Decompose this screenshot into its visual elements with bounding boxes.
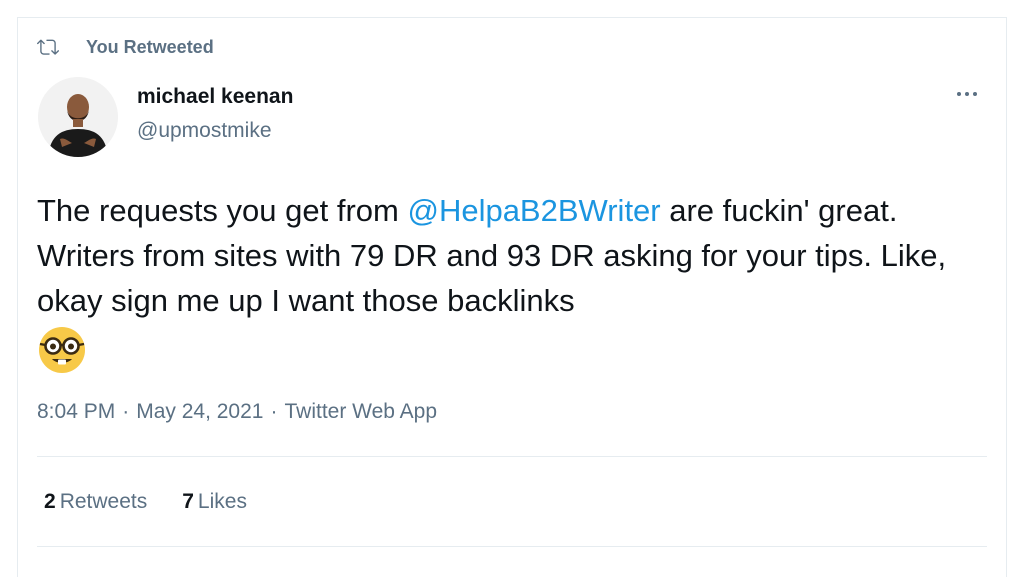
tweet-stats: 2 Retweets 7 Likes [44,490,247,514]
retweets-label: Retweets [59,490,148,513]
retweets-count: 2 [44,490,56,513]
mention-link[interactable]: @HelpaB2BWriter [407,193,660,228]
tweet-date[interactable]: May 24, 2021 [136,400,263,423]
more-dot-icon [957,92,961,96]
likes-stat[interactable]: 7 Likes [182,490,247,514]
tweet-source[interactable]: Twitter Web App [284,400,437,423]
more-dot-icon [965,92,969,96]
avatar[interactable] [38,77,118,157]
retweet-label: You Retweeted [86,36,214,57]
more-dot-icon [973,92,977,96]
likes-count: 7 [182,490,194,513]
divider [37,456,987,457]
avatar-image [38,77,118,157]
retweet-icon [37,39,59,55]
meta-separator: · [122,400,130,423]
tweet-text-start: The requests you get from [37,193,408,228]
retweets-stat[interactable]: 2 Retweets [44,490,147,514]
author-name[interactable]: michael keenan [137,85,293,109]
likes-label: Likes [197,490,247,513]
retweet-context: You Retweeted [37,36,214,58]
more-options-button[interactable] [952,82,982,106]
divider [37,546,987,547]
nerd-face-emoji [39,327,85,373]
tweet-time[interactable]: 8:04 PM [37,400,115,423]
author-handle[interactable]: @upmostmike [137,119,272,143]
tweet-text: The requests you get from @HelpaB2BWrite… [37,188,997,375]
meta-separator: · [270,400,278,423]
tweet-meta: 8:04 PM · May 24, 2021 · Twitter Web App [37,400,437,424]
